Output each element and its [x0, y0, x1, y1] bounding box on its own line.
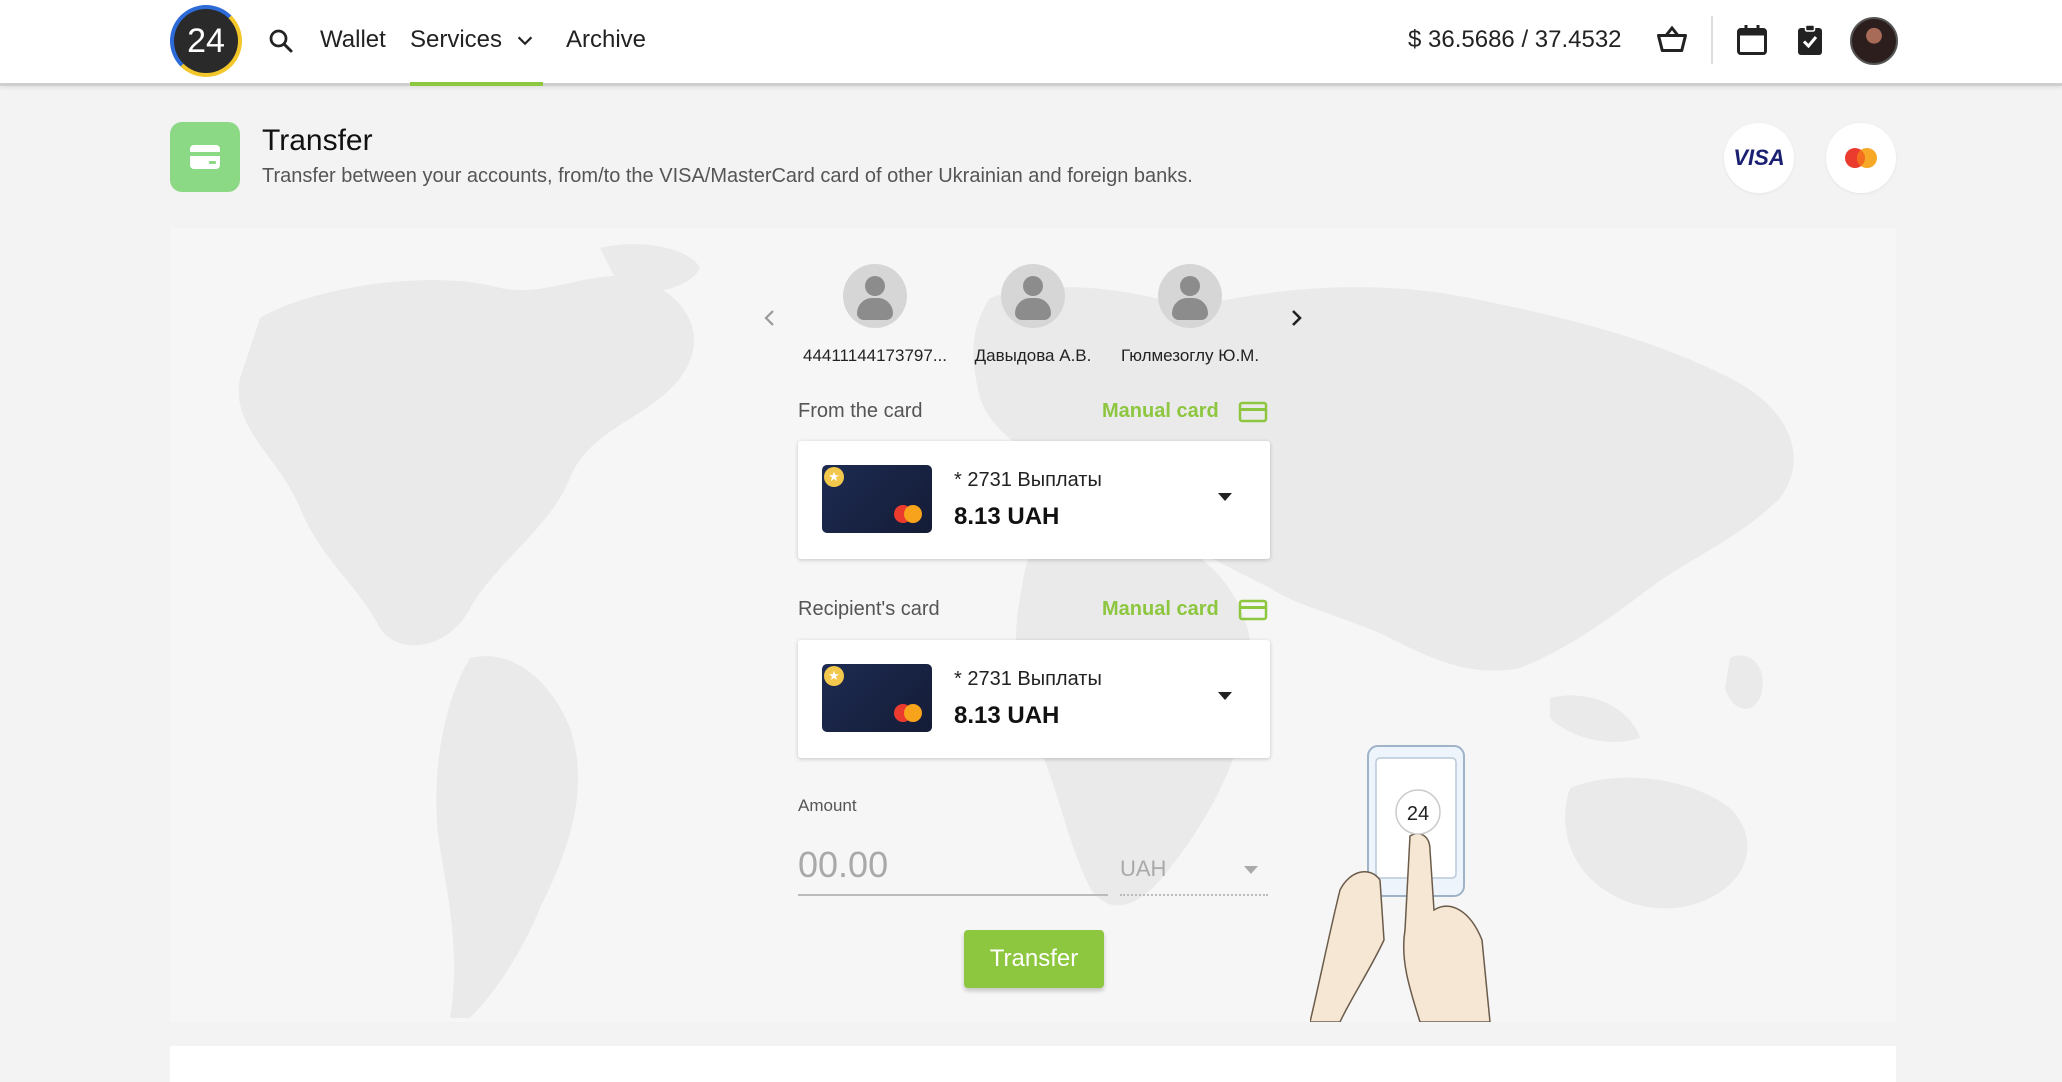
mastercard-icon: [894, 505, 922, 523]
contact-name: 44411144173797...: [802, 346, 947, 365]
from-manual-card-link[interactable]: Manual card: [1102, 400, 1219, 423]
header-divider: [1711, 16, 1713, 64]
contact-avatar-icon: [1001, 264, 1065, 328]
transfer-button[interactable]: Transfer: [964, 930, 1104, 988]
from-card-select[interactable]: ★ * 2731 Выплаты 8.13 UAH: [798, 441, 1270, 559]
recent-contact[interactable]: 44411144173797...: [797, 264, 953, 366]
contact-name: Гюлмезоглу Ю.М.: [1120, 346, 1260, 365]
visa-logo-text: VISA: [1733, 145, 1785, 170]
carousel-prev-icon[interactable]: [758, 306, 782, 330]
contact-avatar-icon: [843, 264, 907, 328]
card-icon[interactable]: [1238, 400, 1268, 424]
recipient-card-label: Recipient's card: [798, 598, 940, 620]
search-icon[interactable]: [266, 26, 296, 56]
logo[interactable]: 24: [170, 5, 242, 77]
caret-down-icon: [1244, 866, 1258, 874]
caret-down-icon: [1218, 692, 1232, 700]
wallet-icon: [170, 122, 240, 192]
star-icon: ★: [824, 666, 844, 686]
amount-input[interactable]: [798, 836, 1108, 896]
visa-logo: VISA: [1724, 123, 1794, 193]
nav-archive[interactable]: Archive: [566, 22, 646, 62]
chevron-down-icon[interactable]: [514, 30, 536, 52]
card-number: * 2731 Выплаты: [954, 469, 1102, 491]
carousel-next-icon[interactable]: [1284, 306, 1308, 330]
amount-label: Amount: [798, 796, 857, 815]
avatar[interactable]: [1850, 17, 1898, 65]
mastercard-logo: [1826, 123, 1896, 193]
mastercard-icon: [894, 704, 922, 722]
calendar-icon[interactable]: [1734, 22, 1770, 58]
contact-name: Давыдова А.В.: [974, 346, 1092, 365]
logo-text: 24: [187, 21, 225, 60]
phone-hand-illustration: 24: [1310, 745, 1491, 1022]
card-balance: 8.13 UAH: [954, 702, 1060, 729]
page-subtitle: Transfer between your accounts, from/to …: [262, 165, 1193, 187]
recent-contact[interactable]: Гюлмезоглу Ю.М.: [1112, 264, 1268, 366]
currency-select[interactable]: UAH: [1120, 846, 1268, 896]
card-balance: 8.13 UAH: [954, 503, 1060, 530]
caret-down-icon: [1218, 493, 1232, 501]
nav-wallet[interactable]: Wallet: [320, 22, 386, 62]
nav-services[interactable]: Services: [410, 22, 502, 62]
recipient-card-select[interactable]: ★ * 2731 Выплаты 8.13 UAH: [798, 640, 1270, 758]
bank-card-image: ★: [822, 664, 932, 732]
illustration-logo-text: 24: [1407, 803, 1429, 825]
exchange-rate: $ 36.5686 / 37.4532: [1408, 26, 1622, 53]
star-icon: ★: [824, 467, 844, 487]
card-icon[interactable]: [1238, 598, 1268, 622]
currency-value: UAH: [1120, 856, 1167, 881]
basket-icon[interactable]: [1654, 22, 1690, 58]
bank-card-image: ★: [822, 465, 932, 533]
bottom-panel: [170, 1046, 1896, 1082]
recipient-manual-card-link[interactable]: Manual card: [1102, 598, 1219, 621]
recent-contact[interactable]: Давыдова А.В.: [955, 264, 1111, 366]
card-number: * 2731 Выплаты: [954, 668, 1102, 690]
top-header: 24 Wallet Services Archive $ 36.5686 / 3…: [0, 0, 2062, 86]
from-card-label: From the card: [798, 400, 923, 422]
active-nav-indicator: [410, 82, 543, 86]
page-title: Transfer: [262, 124, 373, 157]
clipboard-check-icon[interactable]: [1792, 22, 1828, 58]
contact-avatar-icon: [1158, 264, 1222, 328]
